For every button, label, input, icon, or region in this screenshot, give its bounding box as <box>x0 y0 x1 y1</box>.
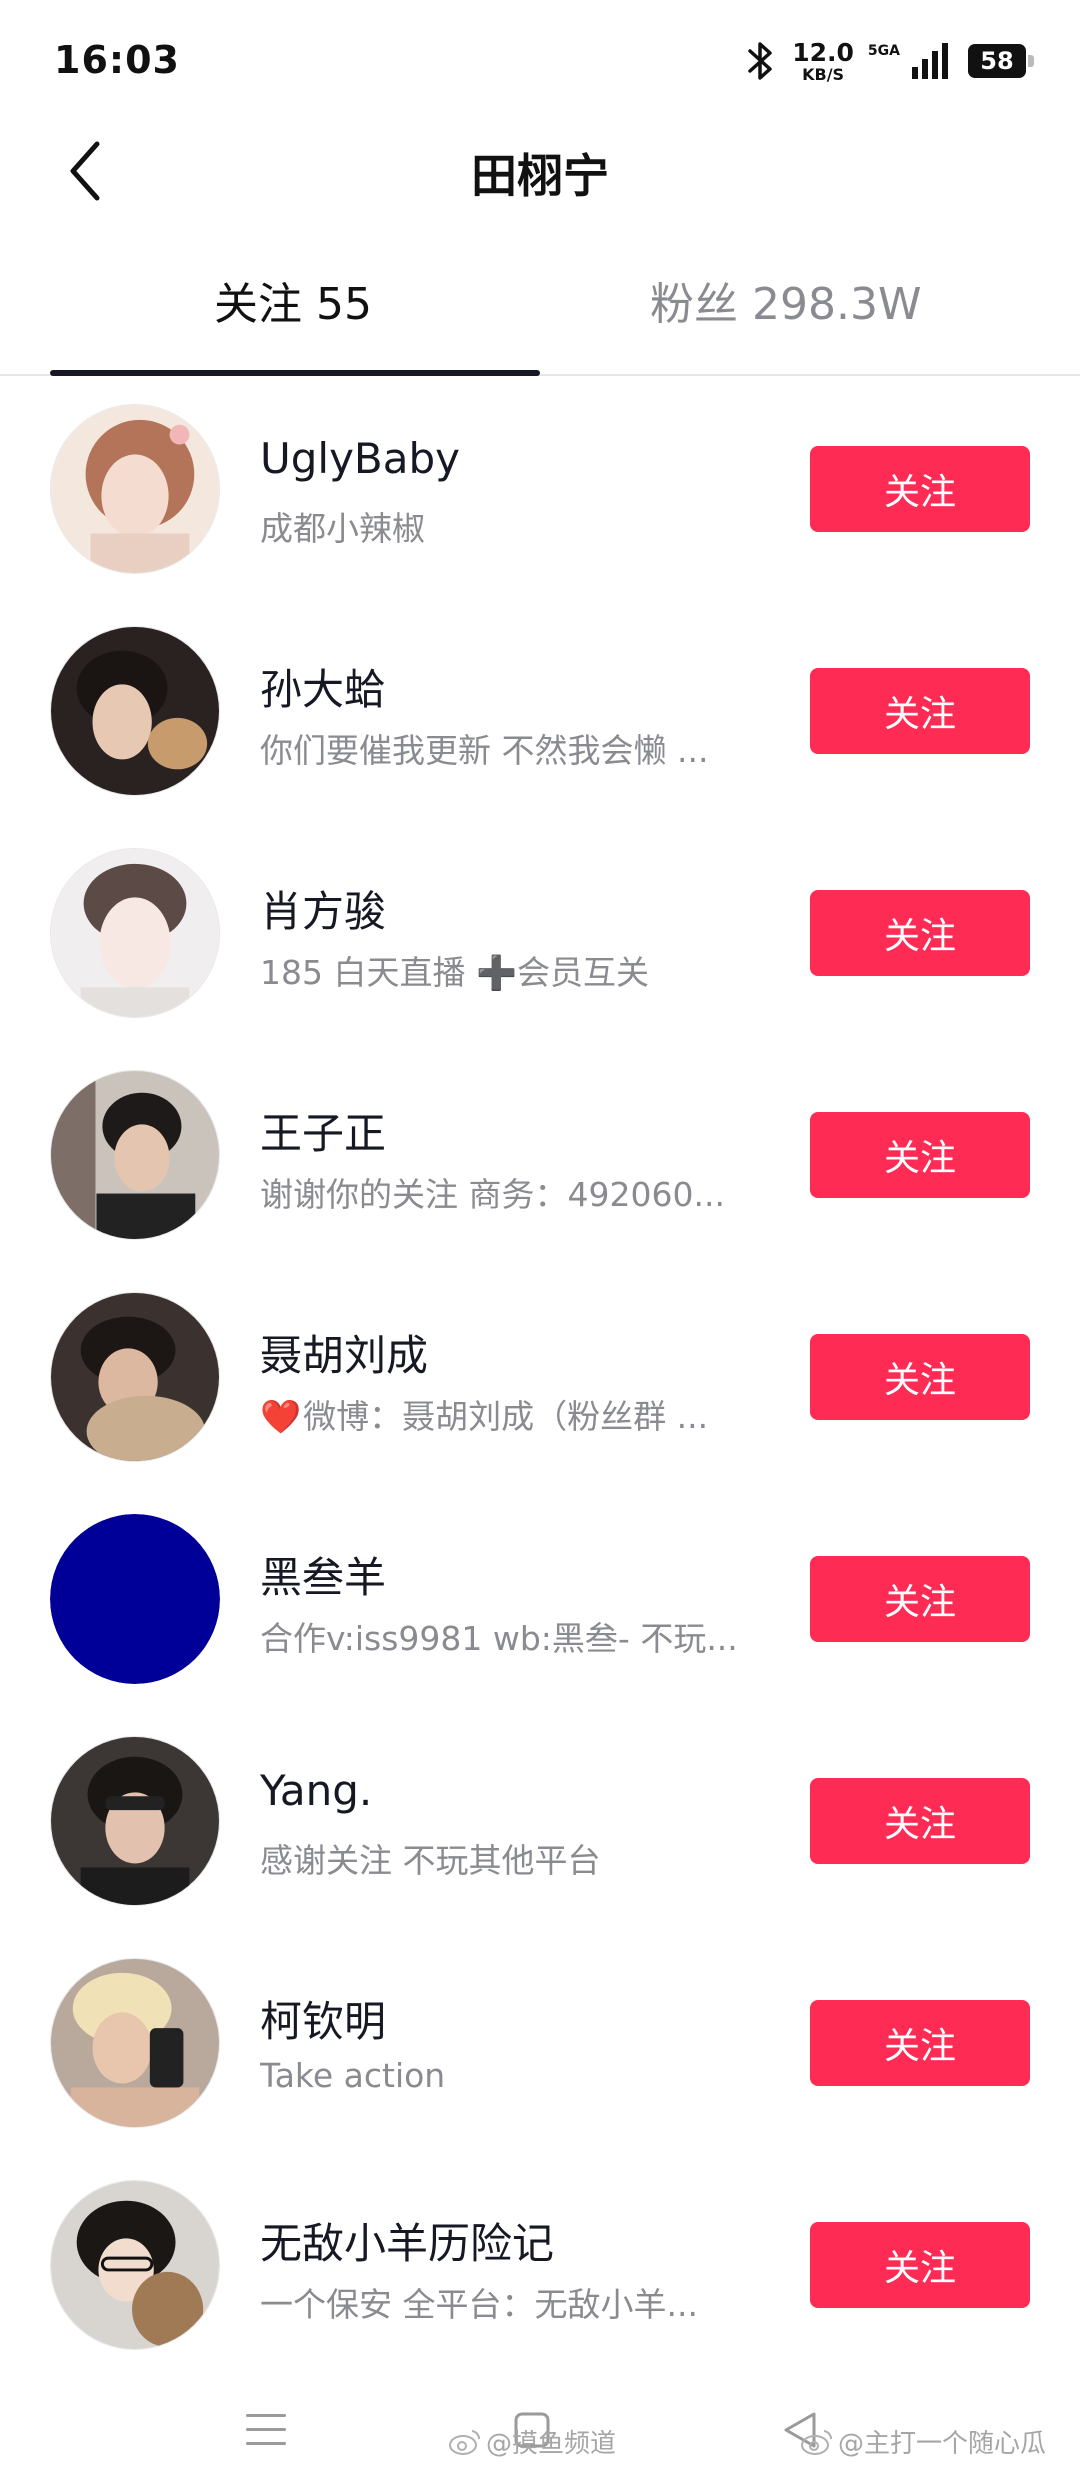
tab-followers[interactable]: 粉丝 298.3W <box>650 268 921 332</box>
avatar[interactable] <box>50 1736 220 1906</box>
user-name: Yang. <box>260 1766 373 1815</box>
follow-button[interactable]: 关注 <box>810 1556 1030 1642</box>
user-description: 谢谢你的关注 商务：492060... <box>260 1175 725 1214</box>
avatar[interactable] <box>50 404 220 574</box>
avatar[interactable] <box>50 1958 220 2128</box>
network-speed: 12.0 KB/S <box>792 40 854 83</box>
follow-button[interactable]: 关注 <box>810 1112 1030 1198</box>
follow-button[interactable]: 关注 <box>810 1778 1030 1864</box>
list-item[interactable]: UglyBaby 成都小辣椒 关注 <box>0 378 1080 600</box>
user-name: 柯钦明 <box>260 1997 387 2046</box>
avatar[interactable] <box>50 1070 220 1240</box>
status-time: 16:03 <box>54 38 180 82</box>
watermark: @主打一个随心瓜 <box>800 2423 1046 2460</box>
header: 田栩宁 <box>0 120 1080 220</box>
nav-menu-button[interactable] <box>236 2400 296 2460</box>
weibo-logo-icon <box>449 2429 481 2455</box>
avatar[interactable] <box>50 1292 220 1462</box>
user-description: 你们要催我更新 不然我会懒 ... <box>260 731 709 770</box>
bluetooth-icon <box>748 42 772 80</box>
user-name: 黑叁羊 <box>260 1553 387 1602</box>
user-description: 成都小辣椒 <box>260 509 425 548</box>
tab-following[interactable]: 关注 55 <box>214 268 372 332</box>
user-description: 合作v:iss9981 wb:黑叁- 不玩... <box>260 1619 738 1658</box>
user-description-text: 微博：聂胡刘成（粉丝群 ... <box>303 1397 709 1436</box>
user-name: 聂胡刘成 <box>260 1331 429 1380</box>
watermark: @摸鱼频道 <box>448 2423 616 2460</box>
watermark-text: @摸鱼频道 <box>486 2429 617 2459</box>
cell-signal: 5GA <box>868 41 954 81</box>
menu-icon <box>246 2414 286 2445</box>
user-name: 王子正 <box>260 1109 387 1158</box>
list-item[interactable]: 聂胡刘成 ❤️微博：聂胡刘成（粉丝群 ... 关注 <box>0 1266 1080 1488</box>
list-item[interactable]: 王子正 谢谢你的关注 商务：492060... 关注 <box>0 1044 1080 1266</box>
avatar[interactable] <box>50 1514 220 1684</box>
tab-indicator <box>50 370 540 376</box>
status-bar: 16:03 12.0 KB/S 5GA 58 <box>0 0 1080 120</box>
follow-button[interactable]: 关注 <box>810 668 1030 754</box>
signal-label: 5GA <box>867 43 900 59</box>
user-name: 孙大蛤 <box>260 665 387 714</box>
follow-button[interactable]: 关注 <box>810 1334 1030 1420</box>
user-description: 感谢关注 不玩其他平台 <box>260 1841 601 1880</box>
signal-icon <box>912 43 948 79</box>
avatar[interactable] <box>50 626 220 796</box>
watermark-text: @主打一个随心瓜 <box>838 2429 1047 2459</box>
user-description: ❤️微博：聂胡刘成（粉丝群 ... <box>260 1390 770 1438</box>
system-nav-bar: @摸鱼频道 @主打一个随心瓜 <box>0 2378 1080 2478</box>
page-title: 田栩宁 <box>471 149 609 203</box>
list-item[interactable]: 黑叁羊 合作v:iss9981 wb:黑叁- 不玩... 关注 <box>0 1488 1080 1710</box>
battery-level: 58 <box>968 44 1026 78</box>
avatar[interactable] <box>50 848 220 1018</box>
network-speed-unit: KB/S <box>802 64 845 84</box>
avatar[interactable] <box>50 2180 220 2350</box>
user-list: UglyBaby 成都小辣椒 关注 孙大蛤 你们要催我更新 不然我会懒 ... … <box>0 378 1080 2376</box>
list-item[interactable]: 肖方骏 185 白天直播 ➕会员互关 关注 <box>0 822 1080 1044</box>
heart-icon: ❤️ <box>260 1397 302 1436</box>
weibo-logo-icon <box>801 2429 833 2455</box>
network-speed-value: 12.0 <box>792 37 854 67</box>
follow-button[interactable]: 关注 <box>810 2222 1030 2308</box>
tab-bar: 关注 55 粉丝 298.3W <box>0 240 1080 376</box>
user-name: 肖方骏 <box>260 887 387 936</box>
follow-button[interactable]: 关注 <box>810 446 1030 532</box>
list-item[interactable]: 孙大蛤 你们要催我更新 不然我会懒 ... 关注 <box>0 600 1080 822</box>
list-item[interactable]: Yang. 感谢关注 不玩其他平台 关注 <box>0 1710 1080 1932</box>
user-name: 无敌小羊历险记 <box>260 2219 555 2268</box>
user-description: 一个保安 全平台：无敌小羊... <box>260 2285 698 2324</box>
battery-icon: 58 <box>968 44 1034 78</box>
follow-button[interactable]: 关注 <box>810 2000 1030 2086</box>
user-description: Take action <box>260 2056 446 2095</box>
user-description: 185 白天直播 ➕会员互关 <box>260 953 650 992</box>
battery-tip <box>1028 55 1034 67</box>
list-item[interactable]: 柯钦明 Take action 关注 <box>0 1932 1080 2154</box>
list-item[interactable]: 无敌小羊历险记 一个保安 全平台：无敌小羊... 关注 <box>0 2154 1080 2376</box>
status-icons: 12.0 KB/S 5GA 58 <box>744 36 1034 86</box>
user-name: UglyBaby <box>260 434 460 483</box>
follow-button[interactable]: 关注 <box>810 890 1030 976</box>
